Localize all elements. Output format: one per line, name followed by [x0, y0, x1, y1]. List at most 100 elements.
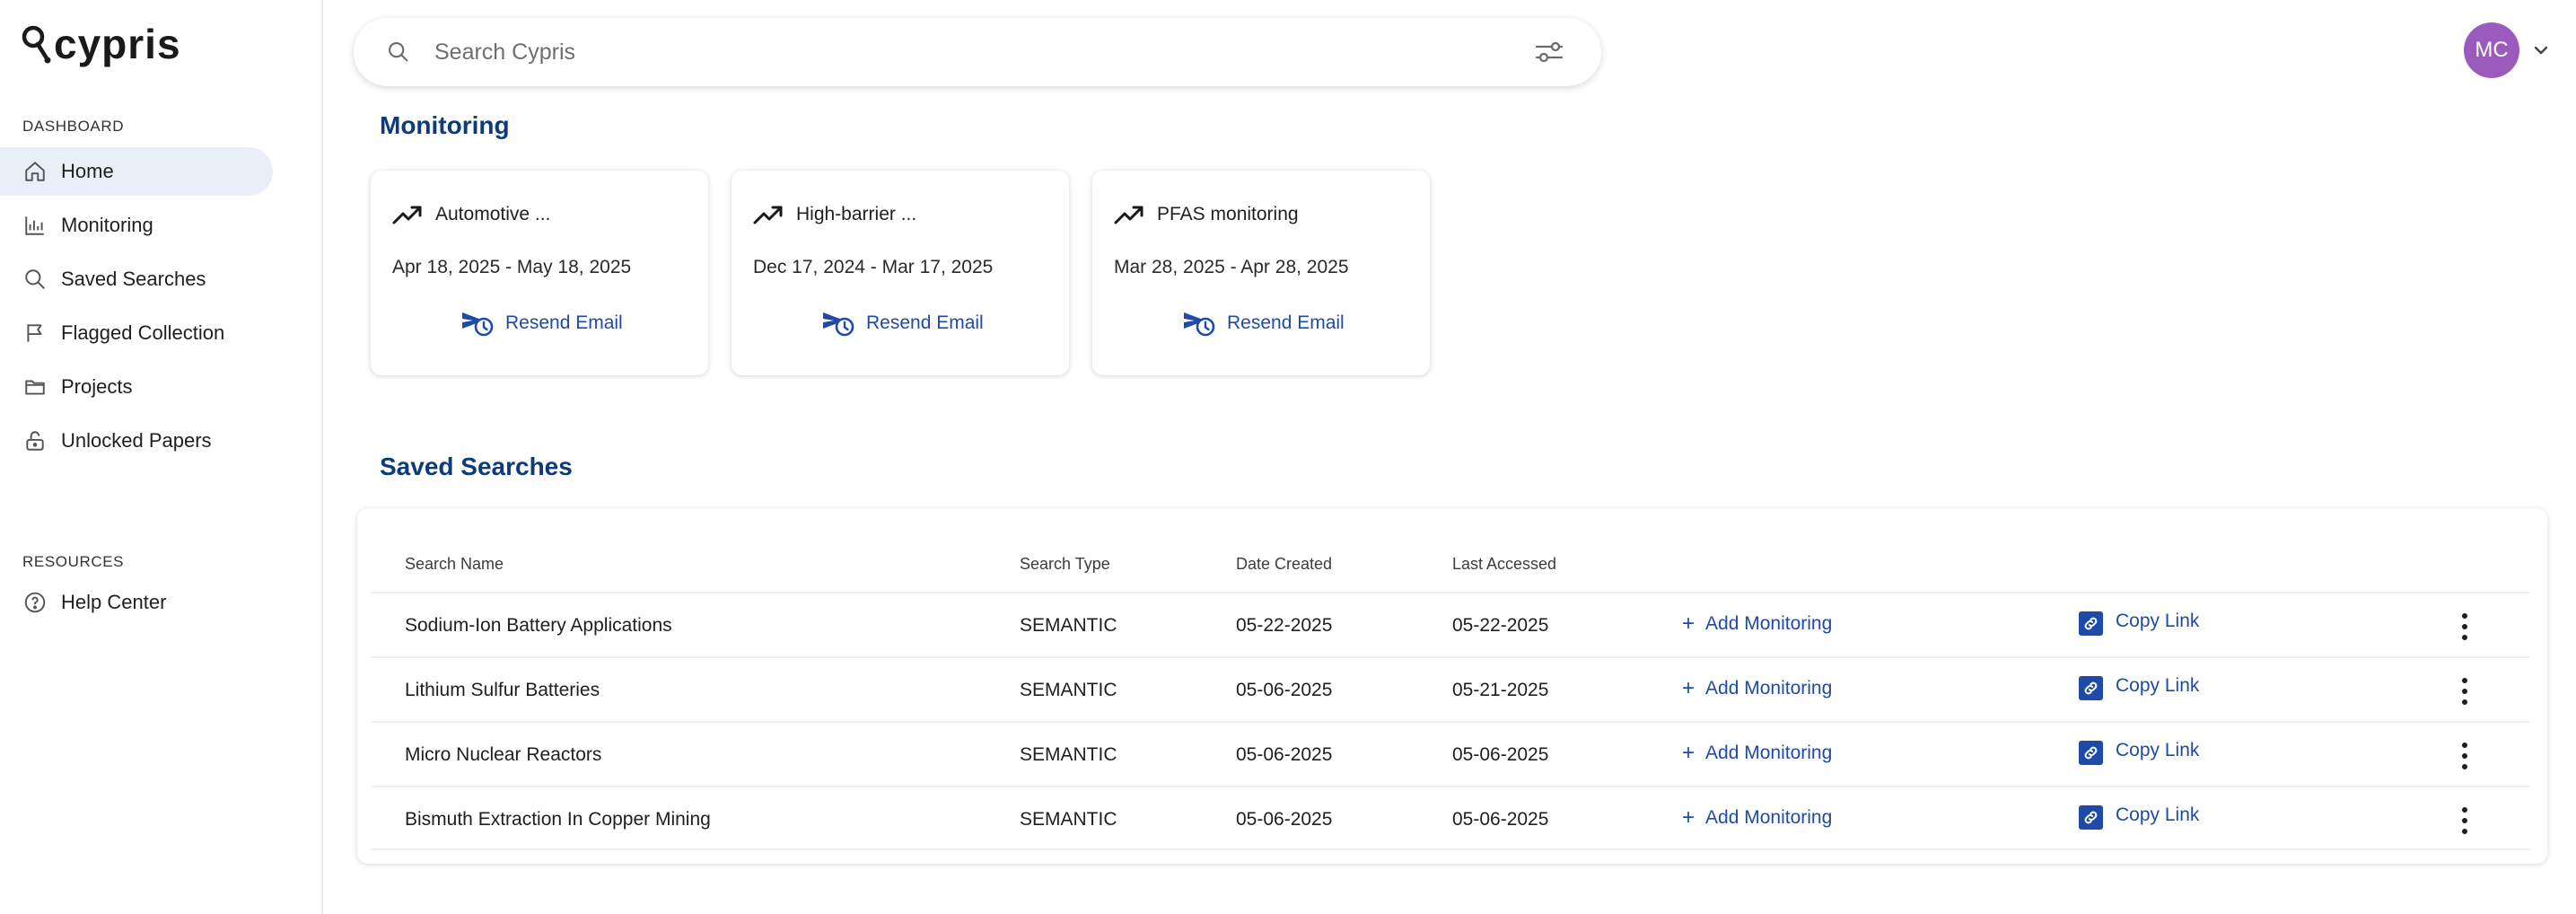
resend-email-button[interactable]: Resend Email [821, 309, 984, 338]
add-monitoring-label: Add Monitoring [1705, 743, 1833, 763]
column-header-search-type[interactable]: Search Type [1020, 555, 1110, 574]
date-created-cell: 05-22-2025 [1236, 615, 1333, 636]
sidebar-item-help-center[interactable]: Help Center [0, 578, 273, 627]
sidebar-item-label: Monitoring [61, 214, 153, 236]
trending-up-icon [753, 206, 783, 224]
add-monitoring-label: Add Monitoring [1705, 678, 1833, 699]
copy-link-button[interactable]: Copy Link [2079, 674, 2200, 700]
search-name-cell[interactable]: Micro Nuclear Reactors [405, 744, 601, 766]
cypris-logo[interactable]: cypris [20, 22, 181, 66]
bar-chart-icon [25, 216, 44, 235]
date-created-cell: 05-06-2025 [1236, 809, 1333, 830]
add-monitoring-button[interactable]: + Add Monitoring [1682, 743, 1832, 764]
date-created-cell: 05-06-2025 [1236, 680, 1333, 700]
card-date-range: Dec 17, 2024 - Mar 17, 2025 [753, 257, 994, 277]
plus-icon: + [1682, 676, 1695, 700]
table-row[interactable]: Sodium-Ion Battery Applications SEMANTIC… [372, 592, 2529, 656]
more-options-icon[interactable] [2459, 613, 2470, 640]
resend-email-button[interactable]: Resend Email [460, 309, 623, 338]
plus-icon: + [1682, 805, 1695, 830]
link-icon [2079, 676, 2103, 700]
search-input[interactable] [434, 34, 1494, 70]
date-created-cell: 05-06-2025 [1236, 744, 1333, 765]
table-row[interactable]: Lithium Sulfur Batteries SEMANTIC 05-06-… [372, 656, 2529, 721]
more-options-icon[interactable] [2459, 678, 2470, 705]
chevron-down-icon[interactable] [2529, 40, 2553, 61]
sidebar-item-unlocked-papers[interactable]: Unlocked Papers [0, 417, 273, 465]
sidebar-item-label: Saved Searches [61, 268, 206, 290]
saved-searches-heading: Saved Searches [380, 453, 573, 480]
filter-settings-icon[interactable] [1533, 38, 1565, 66]
last-accessed-cell: 05-06-2025 [1452, 744, 1549, 765]
monitoring-card[interactable]: Automotive ... Apr 18, 2025 - May 18, 20… [371, 171, 708, 375]
search-type-cell: SEMANTIC [1020, 615, 1117, 636]
unlock-icon [26, 431, 44, 451]
search-name-cell[interactable]: Bismuth Extraction In Copper Mining [405, 809, 711, 831]
add-monitoring-button[interactable]: + Add Monitoring [1682, 807, 1832, 829]
search-name-cell[interactable]: Sodium-Ion Battery Applications [405, 615, 672, 637]
monitoring-card[interactable]: PFAS monitoring Mar 28, 2025 - Apr 28, 2… [1092, 171, 1430, 375]
sidebar-item-label: Help Center [61, 591, 167, 613]
add-monitoring-label: Add Monitoring [1705, 613, 1833, 634]
sidebar-item-label: Unlocked Papers [61, 429, 212, 452]
card-title: High-barrier ... [796, 204, 917, 224]
sidebar-item-label: Home [61, 160, 114, 182]
search-name-cell[interactable]: Lithium Sulfur Batteries [405, 680, 600, 701]
sidebar-item-monitoring[interactable]: Monitoring [0, 201, 273, 250]
copy-link-label: Copy Link [2116, 739, 2200, 760]
search-icon [25, 269, 45, 289]
scheduled-send-icon [1184, 312, 1215, 337]
sidebar: cypris DASHBOARD Home Monitoring Saved S… [0, 0, 323, 914]
help-circle-icon [24, 592, 46, 613]
add-monitoring-button[interactable]: + Add Monitoring [1682, 678, 1832, 699]
link-icon [2079, 805, 2103, 830]
plus-icon: + [1682, 741, 1695, 765]
monitoring-heading: Monitoring [380, 111, 510, 139]
trending-up-icon [392, 206, 422, 224]
card-title: Automotive ... [435, 204, 551, 224]
last-accessed-cell: 05-22-2025 [1452, 615, 1549, 636]
column-header-last-accessed[interactable]: Last Accessed [1452, 555, 1556, 574]
last-accessed-cell: 05-21-2025 [1452, 680, 1549, 700]
search-type-cell: SEMANTIC [1020, 680, 1117, 700]
folder-icon [25, 380, 45, 395]
copy-link-label: Copy Link [2116, 674, 2200, 696]
user-avatar[interactable]: MC [2464, 22, 2519, 78]
resend-email-button[interactable]: Resend Email [1182, 309, 1345, 338]
sidebar-item-label: Projects [61, 375, 133, 398]
add-monitoring-button[interactable]: + Add Monitoring [1682, 613, 1832, 635]
sidebar-item-label: Flagged Collection [61, 321, 225, 344]
app-root: cypris DASHBOARD Home Monitoring Saved S… [0, 0, 2576, 914]
add-monitoring-label: Add Monitoring [1705, 807, 1833, 828]
last-accessed-cell: 05-06-2025 [1452, 809, 1549, 830]
logo-text: cypris [54, 21, 181, 67]
flag-icon [27, 324, 42, 342]
link-icon [2079, 741, 2103, 765]
search-type-cell: SEMANTIC [1020, 744, 1117, 765]
search-bar [354, 18, 1601, 86]
sidebar-item-flagged-collection[interactable]: Flagged Collection [0, 309, 273, 357]
resend-email-label: Resend Email [866, 312, 984, 333]
monitoring-card[interactable]: High-barrier ... Dec 17, 2024 - Mar 17, … [732, 171, 1069, 375]
table-row[interactable]: Micro Nuclear Reactors SEMANTIC 05-06-20… [372, 721, 2529, 786]
scheduled-send-icon [823, 312, 854, 337]
card-date-range: Mar 28, 2025 - Apr 28, 2025 [1114, 257, 1349, 277]
dashboard-section-label: DASHBOARD [22, 118, 125, 135]
sidebar-item-projects[interactable]: Projects [0, 363, 273, 411]
search-icon [389, 42, 408, 62]
resources-section-label: RESOURCES [22, 553, 125, 570]
card-title-row: High-barrier ... [753, 203, 916, 226]
column-header-date-created[interactable]: Date Created [1236, 555, 1332, 574]
more-options-icon[interactable] [2459, 807, 2470, 834]
card-title-row: Automotive ... [392, 203, 550, 226]
column-header-search-name[interactable]: Search Name [405, 555, 504, 574]
table-row[interactable]: Bismuth Extraction In Copper Mining SEMA… [372, 786, 2529, 850]
card-date-range: Apr 18, 2025 - May 18, 2025 [392, 257, 632, 277]
trending-up-icon [1114, 206, 1143, 224]
copy-link-button[interactable]: Copy Link [2079, 739, 2200, 765]
copy-link-button[interactable]: Copy Link [2079, 611, 2199, 636]
sidebar-item-home[interactable]: Home [0, 147, 273, 196]
sidebar-item-saved-searches[interactable]: Saved Searches [0, 255, 273, 303]
copy-link-button[interactable]: Copy Link [2079, 804, 2199, 830]
more-options-icon[interactable] [2459, 743, 2470, 769]
